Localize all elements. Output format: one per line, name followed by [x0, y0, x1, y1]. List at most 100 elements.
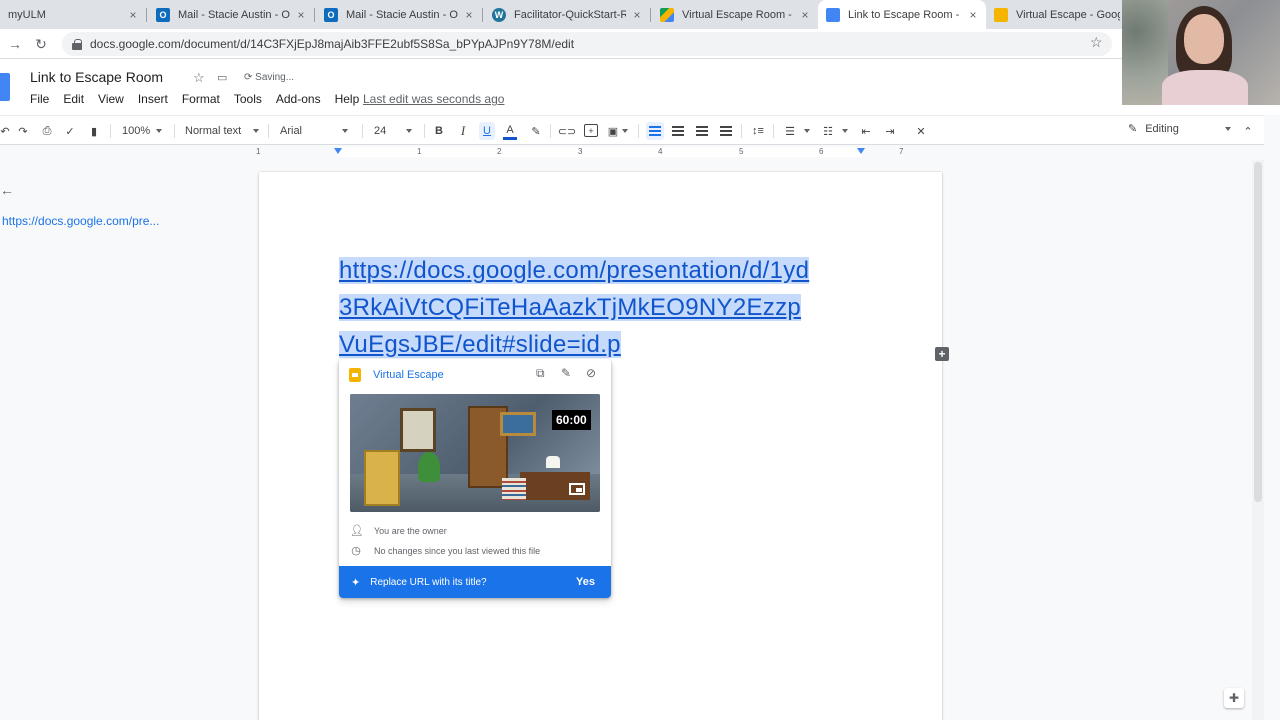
bullet-dropdown-icon[interactable] [840, 122, 850, 140]
outlook-icon: O [156, 7, 170, 22]
add-comment-icon[interactable]: + [584, 124, 598, 137]
bold-icon[interactable]: B [433, 122, 445, 140]
menu-insert[interactable]: Insert [138, 92, 168, 106]
undo-icon[interactable]: ↶ [0, 122, 10, 140]
underline-icon[interactable]: U [479, 122, 495, 140]
text-color-icon[interactable]: A [503, 122, 517, 140]
browser-tab-drive[interactable]: Virtual Escape Room - Go × [652, 0, 818, 29]
close-icon[interactable]: × [630, 8, 644, 22]
card-header[interactable]: Virtual Escape [349, 368, 444, 382]
insert-link-icon[interactable]: ⊂⊃ [558, 122, 576, 140]
document-title[interactable]: Link to Escape Room [30, 69, 163, 85]
zoom-value: 100% [122, 125, 151, 137]
align-justify-icon[interactable] [719, 122, 733, 140]
selected-hyperlink[interactable]: https://docs.google.com/presentation/d/1… [339, 252, 859, 363]
menu-edit[interactable]: Edit [63, 92, 84, 106]
browser-tab-mail-2[interactable]: O Mail - Stacie Austin - Out × [316, 0, 482, 29]
slides-file-icon [349, 368, 361, 382]
bookmark-star-icon[interactable]: ☆ [1090, 34, 1103, 51]
close-icon[interactable]: × [798, 8, 812, 22]
print-icon[interactable]: ⎙ [40, 122, 54, 140]
slide-thumbnail[interactable]: 60:00 [350, 394, 600, 512]
person-icon: 👤︎ [350, 525, 364, 537]
close-outline-arrow-icon[interactable]: ← [0, 182, 14, 198]
style-select[interactable]: Normal text [185, 122, 260, 140]
editing-mode-select[interactable]: ✎ Editing [1128, 122, 1231, 135]
collapse-menus-icon[interactable]: ⌃ [1242, 122, 1254, 140]
menu-bar: File Edit View Insert Format Tools Add-o… [30, 92, 373, 106]
tab-title: Mail - Stacie Austin - Out [178, 8, 290, 21]
left-indent-marker[interactable] [334, 148, 342, 154]
scrollbar-thumb[interactable] [1254, 162, 1262, 502]
paint-format-icon[interactable]: ▮ [87, 122, 101, 140]
close-icon[interactable]: × [966, 8, 980, 22]
saving-status: ⟳ Saving... [244, 72, 295, 83]
painting-graphic [500, 412, 536, 436]
browser-tab-myulm[interactable]: myULM × [0, 0, 146, 29]
zoom-select[interactable]: 100% [122, 122, 163, 140]
remove-link-icon[interactable]: ⊘ [586, 366, 596, 380]
address-bar: → ↻ docs.google.com/document/d/14C3FXjEp… [0, 29, 1280, 59]
insert-image-icon[interactable]: ▣ [606, 122, 620, 140]
link-line-3: VuEgsJBE/edit#slide=id.p [339, 331, 621, 358]
link-preview-card: Virtual Escape ⧉ ✎ ⊘ 60:00 👤︎ You are th… [339, 359, 611, 598]
decrease-indent-icon[interactable]: ⇤ [858, 122, 874, 140]
add-comment-float-icon[interactable]: + [935, 347, 949, 361]
forward-icon[interactable]: → [6, 35, 24, 53]
docs-logo-icon[interactable] [0, 73, 10, 101]
url-input[interactable]: docs.google.com/document/d/14C3FXjEpJ8ma… [62, 32, 1112, 56]
drive-icon [660, 7, 674, 22]
ruler-number: 2 [497, 147, 502, 156]
checklist-dropdown-icon[interactable] [802, 122, 812, 140]
browser-tab-slides[interactable]: Virtual Escape - Google [986, 0, 1126, 29]
edit-link-icon[interactable]: ✎ [561, 366, 571, 380]
browser-tab-facilitator[interactable]: W Facilitator-QuickStart-Re × [484, 0, 650, 29]
close-icon[interactable]: × [462, 8, 476, 22]
font-value: Arial [280, 125, 303, 137]
redo-icon[interactable]: ↷ [16, 122, 30, 140]
font-size-select[interactable]: 24 [374, 122, 413, 140]
line-spacing-icon[interactable]: ↕≡ [750, 122, 766, 140]
books-graphic [502, 478, 526, 500]
linked-file-title[interactable]: Virtual Escape [373, 369, 444, 381]
move-folder-icon[interactable]: ▭ [217, 71, 227, 84]
browser-tab-mail-1[interactable]: O Mail - Stacie Austin - Out × [148, 0, 314, 29]
menu-help[interactable]: Help [335, 92, 360, 106]
copy-link-icon[interactable]: ⧉ [536, 366, 545, 381]
outline-heading-link[interactable]: https://docs.google.com/pre... [2, 214, 159, 228]
last-edit-link[interactable]: Last edit was seconds ago [363, 92, 504, 106]
lock-icon [72, 39, 82, 50]
url-text: docs.google.com/document/d/14C3FXjEpJ8ma… [90, 37, 575, 51]
align-center-icon[interactable] [671, 122, 685, 140]
checklist-icon[interactable]: ☰ [782, 122, 798, 140]
right-indent-marker[interactable] [857, 148, 865, 154]
document-scrollbar[interactable] [1252, 160, 1264, 720]
close-icon[interactable]: × [294, 8, 308, 22]
bulleted-list-icon[interactable]: ☷ [820, 122, 836, 140]
present-icon[interactable] [569, 483, 585, 495]
yes-button[interactable]: Yes [576, 576, 595, 588]
menu-format[interactable]: Format [182, 92, 220, 106]
ruler: 1 1 2 3 4 5 6 7 [0, 145, 1252, 159]
increase-indent-icon[interactable]: ⇥ [882, 122, 898, 140]
align-left-icon[interactable] [646, 122, 664, 140]
menu-view[interactable]: View [98, 92, 124, 106]
menu-add-ons[interactable]: Add-ons [276, 92, 321, 106]
menu-file[interactable]: File [30, 92, 49, 106]
close-icon[interactable]: × [126, 8, 140, 22]
browser-tab-docs-active[interactable]: Link to Escape Room - Go × [818, 0, 986, 29]
align-right-icon[interactable] [695, 122, 709, 140]
highlight-icon[interactable]: ✎ [529, 122, 543, 140]
clear-formatting-icon[interactable]: ✕ [914, 122, 928, 140]
italic-icon[interactable]: I [457, 122, 469, 140]
saving-text: Saving... [255, 72, 295, 83]
slides-icon [994, 7, 1008, 22]
star-icon[interactable]: ☆ [193, 70, 205, 86]
reload-icon[interactable]: ↻ [32, 35, 50, 53]
spellcheck-icon[interactable]: ✓ [63, 122, 77, 140]
image-dropdown-icon[interactable] [620, 122, 630, 140]
font-select[interactable]: Arial [280, 122, 349, 140]
menu-tools[interactable]: Tools [234, 92, 262, 106]
font-size-value: 24 [374, 125, 387, 137]
explore-icon[interactable]: ✚ [1224, 688, 1244, 708]
